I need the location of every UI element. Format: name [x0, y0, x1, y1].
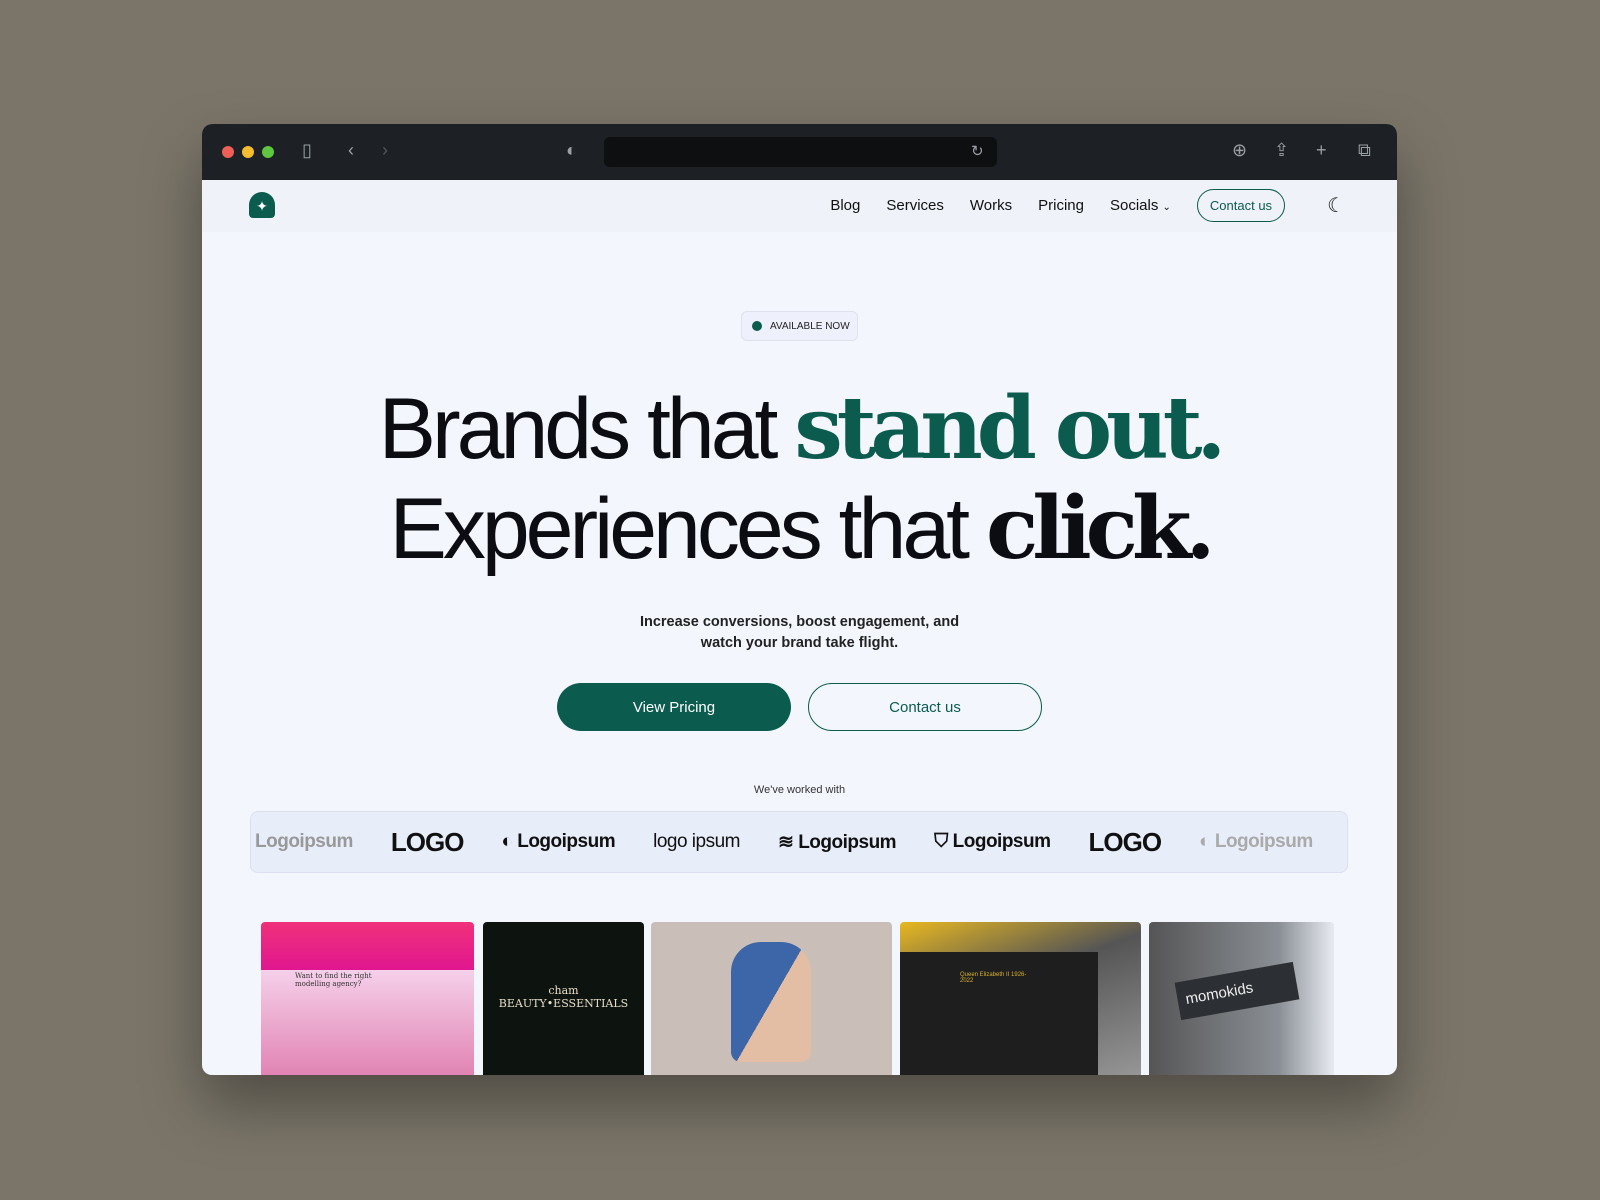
moon-icon[interactable]: ☾: [1327, 193, 1345, 218]
tabs-icon[interactable]: ⧉: [1358, 140, 1371, 161]
browser-toolbar: ▯ ‹ › ◐ ↻ ⊕ ⇪ + ⧉: [202, 124, 1397, 180]
brand-logo[interactable]: ✦: [249, 192, 275, 218]
title-text: Brands that: [378, 381, 795, 477]
clients-label: We've worked with: [753, 784, 846, 796]
nav-services[interactable]: Services: [886, 197, 944, 214]
subtitle-line: watch your brand take flight.: [700, 635, 899, 651]
work-card-modelling[interactable]: Want to find the right modelling agency?: [261, 922, 474, 1075]
client-logo: ⛉ Logoipsum: [934, 831, 1051, 852]
hero-title-line-1: Brands that stand out.: [202, 386, 1397, 473]
client-logo: ≋ Logoipsum: [778, 831, 897, 853]
title-text: Experiences that: [389, 481, 986, 577]
client-logo-strip: Logoipsum LOGO ◐ Logoipsum logo ipsum ≋ …: [250, 811, 1348, 873]
work-card-cham[interactable]: cham BEAUTY•ESSENTIALS: [483, 922, 644, 1075]
work-card-bag[interactable]: [651, 922, 892, 1075]
client-logo: LOGO: [390, 826, 465, 857]
nav-socials[interactable]: Socials ⌄: [1110, 197, 1171, 214]
sidebar-icon[interactable]: ▯: [302, 140, 312, 161]
chevron-down-icon: ⌄: [1162, 202, 1171, 213]
work-card-queen[interactable]: Queen Elizabeth II 1926-2022: [900, 922, 1141, 1075]
nav-blog[interactable]: Blog: [830, 197, 860, 214]
nav-works[interactable]: Works: [970, 197, 1012, 214]
title-highlight: click.: [985, 478, 1216, 579]
site-nav: ✦ Blog Services Works Pricing Socials ⌄ …: [202, 180, 1397, 232]
card-caption: Want to find the right modelling agency?: [295, 972, 372, 988]
back-icon[interactable]: ‹: [348, 140, 354, 161]
close-window-button[interactable]: [222, 146, 234, 158]
hero-title-line-2: Experiences that click.: [202, 486, 1397, 573]
address-bar[interactable]: ↻: [604, 137, 997, 167]
shield-icon[interactable]: ◐: [566, 140, 577, 161]
client-logo: logo ipsum: [653, 831, 740, 852]
title-highlight: stand out.: [794, 378, 1226, 479]
maximize-window-button[interactable]: [262, 146, 274, 158]
status-badge: AVAILABLE NOW: [741, 311, 858, 341]
card-caption: momokids: [1174, 961, 1300, 1021]
share-icon[interactable]: ⇪: [1274, 140, 1289, 161]
hero-subtitle: Increase conversions, boost engagement, …: [202, 612, 1397, 654]
work-card-momokids[interactable]: momokids: [1149, 922, 1334, 1075]
browser-window: ▯ ‹ › ◐ ↻ ⊕ ⇪ + ⧉ ✦ Blog Services Works …: [202, 124, 1397, 1075]
bag-image: [731, 942, 811, 1062]
view-pricing-button[interactable]: View Pricing: [557, 683, 791, 731]
minimize-window-button[interactable]: [242, 146, 254, 158]
download-icon[interactable]: ⊕: [1232, 140, 1247, 161]
nav-pricing[interactable]: Pricing: [1038, 197, 1084, 214]
badge-label: AVAILABLE NOW: [770, 320, 850, 332]
status-dot-icon: [752, 321, 762, 331]
contact-us-button[interactable]: Contact us: [808, 683, 1042, 731]
reload-icon[interactable]: ↻: [971, 142, 984, 160]
nav-contact-button[interactable]: Contact us: [1196, 189, 1286, 222]
client-logo: Logoipsum: [255, 831, 353, 852]
card-caption: cham BEAUTY•ESSENTIALS: [498, 984, 629, 1010]
client-logo: ◐ Logoipsum: [501, 831, 616, 852]
new-tab-icon[interactable]: +: [1316, 140, 1327, 161]
client-logo: ◐ Logoipsum: [1199, 831, 1313, 852]
subtitle-line: Increase conversions, boost engagement, …: [639, 614, 960, 630]
card-caption: Queen Elizabeth II 1926-2022: [900, 952, 1098, 1075]
nav-socials-label: Socials: [1109, 197, 1159, 214]
client-logo: LOGO: [1088, 826, 1163, 857]
forward-icon[interactable]: ›: [382, 140, 388, 161]
